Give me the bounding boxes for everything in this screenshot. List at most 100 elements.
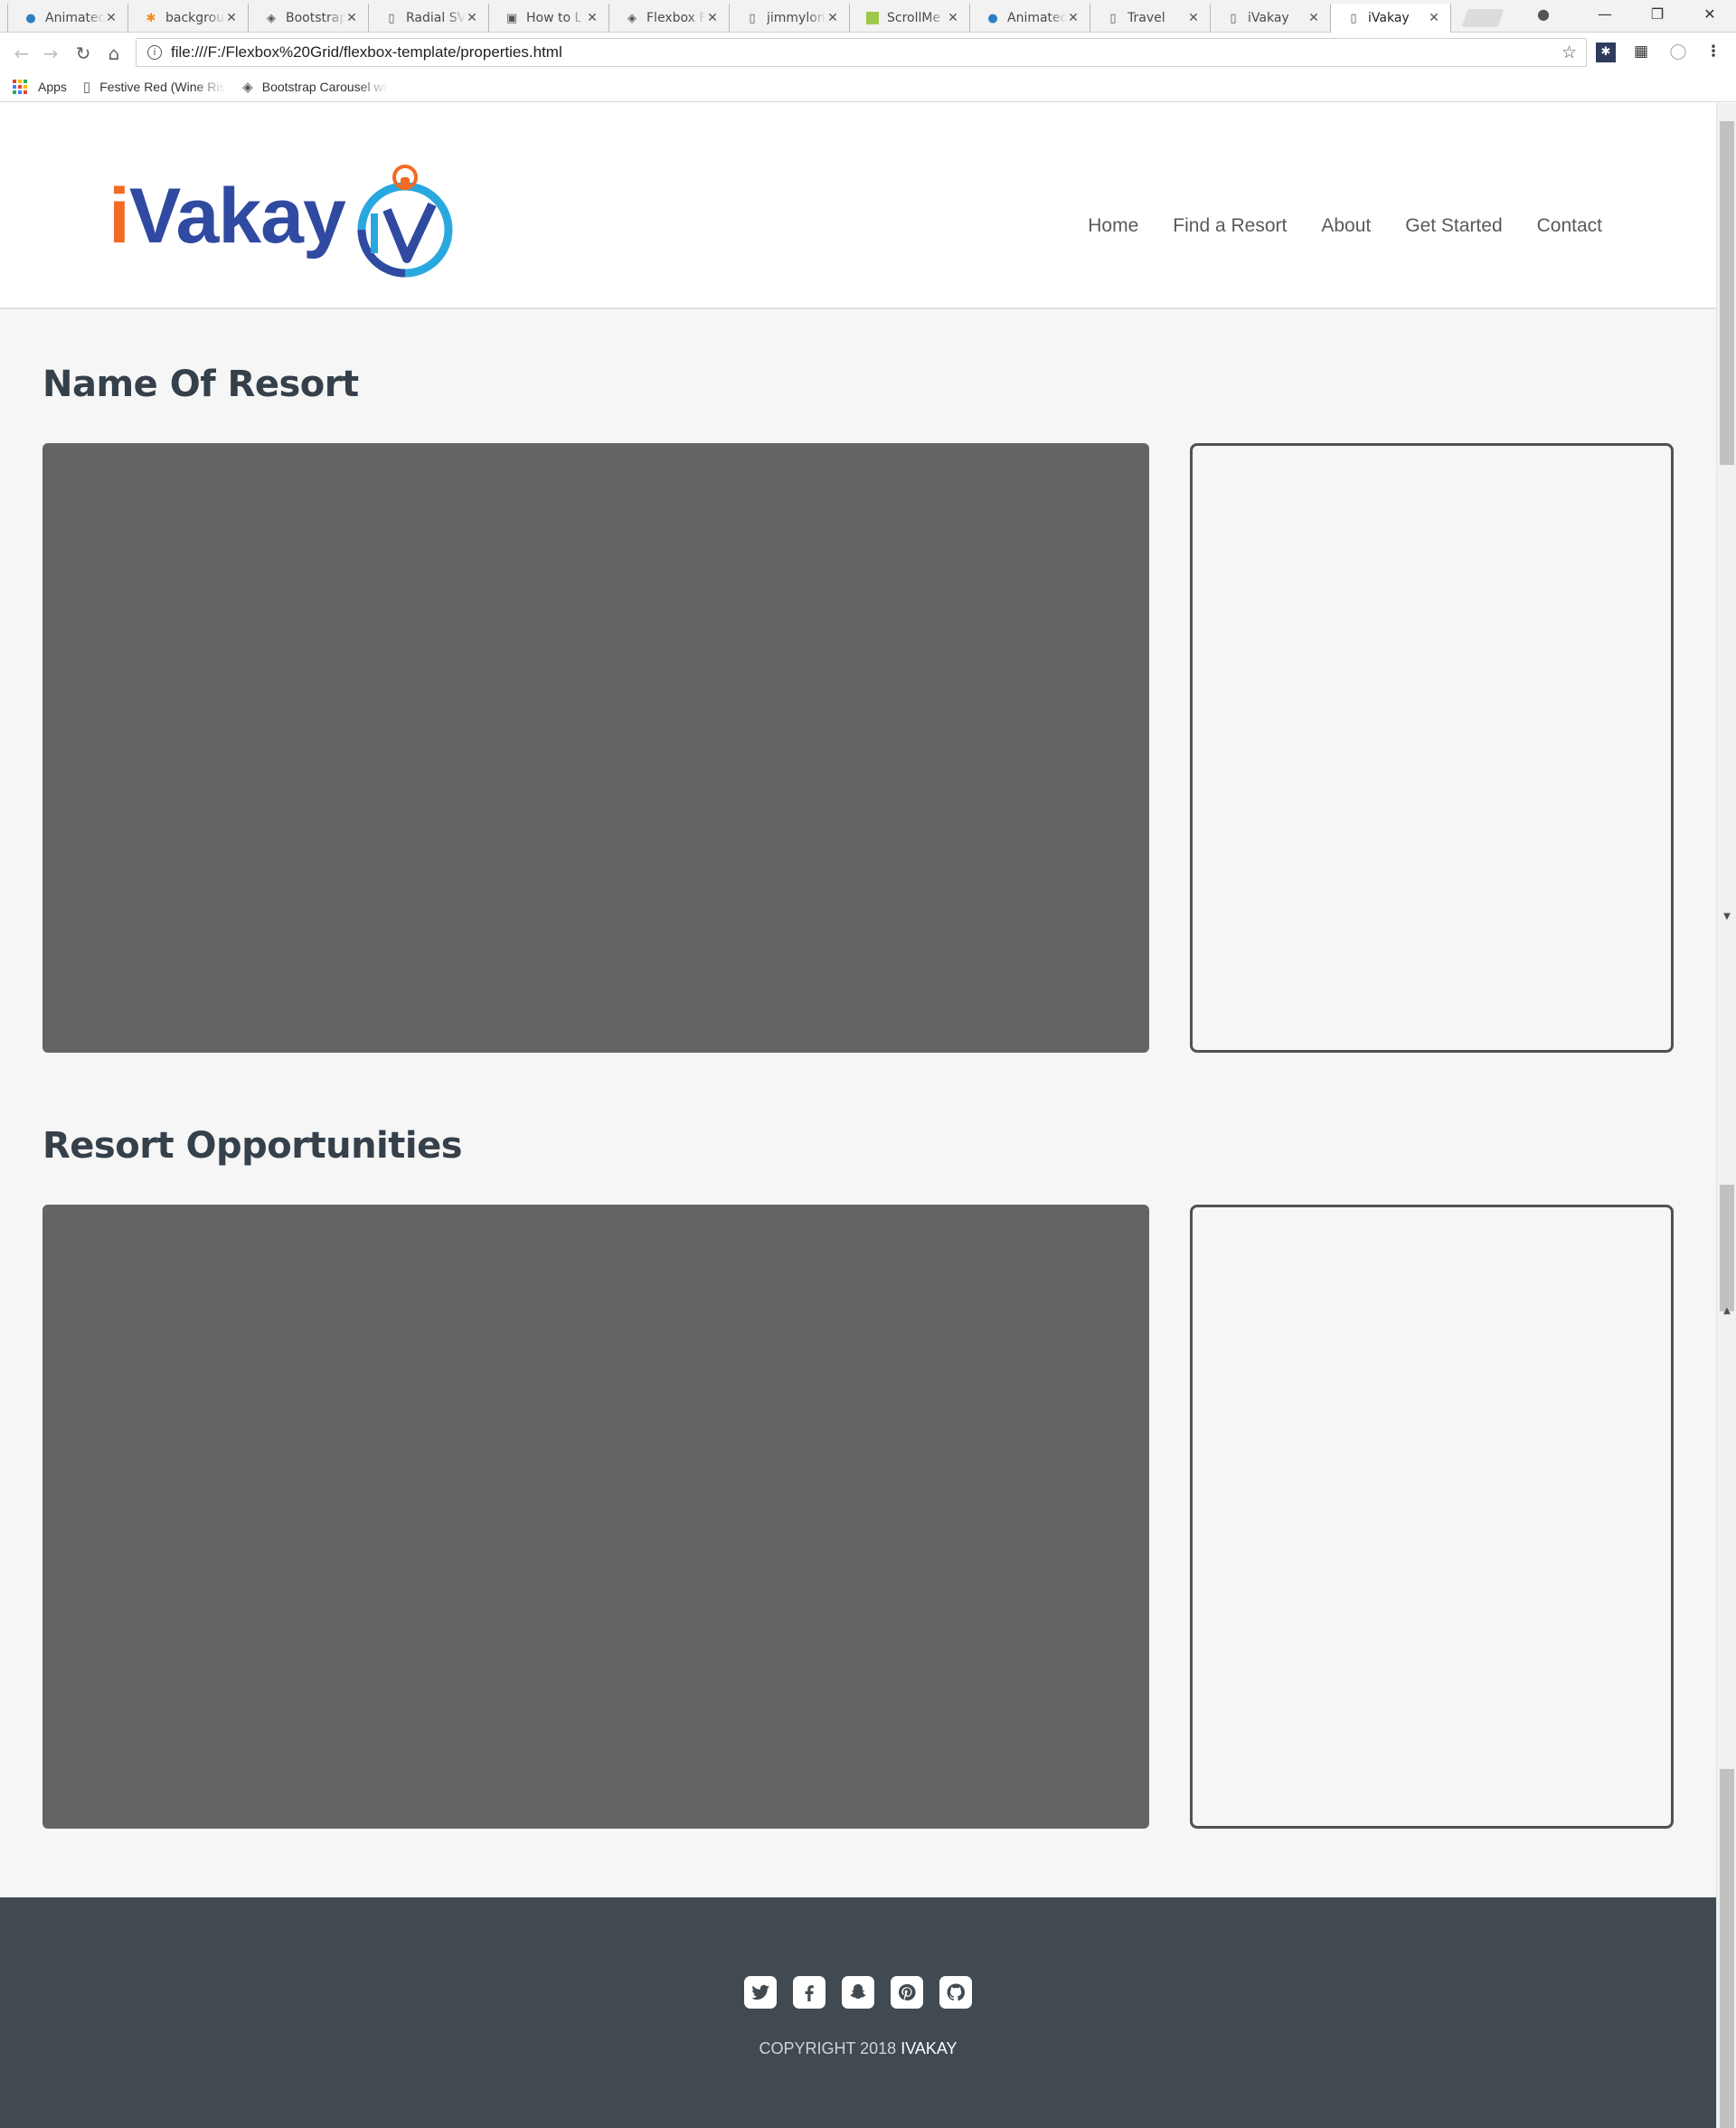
browser-toolbar: ← → ↻ ⌂ i file:///F:/Flexbox%20Grid/flex… bbox=[0, 33, 1736, 71]
tab-title: Animated bbox=[1007, 11, 1067, 25]
tab-title: jimmylon bbox=[767, 11, 826, 25]
close-icon[interactable]: ✕ bbox=[1067, 11, 1080, 25]
page-icon: ▯ bbox=[1230, 11, 1237, 25]
browser-tab-active[interactable]: ▯ iVakay ✕ bbox=[1330, 4, 1451, 33]
green-square-icon bbox=[865, 11, 880, 25]
github-icon[interactable] bbox=[939, 1976, 972, 2009]
section-title-resort-opportunities: Resort Opportunities bbox=[42, 1125, 463, 1167]
copyright-brand[interactable]: IVAKAY bbox=[901, 2039, 957, 2057]
main-nav: Home Find a Resort About Get Started Con… bbox=[1053, 215, 1602, 237]
bookmark-festive-red[interactable]: ▯ Festive Red (Wine Rising) bbox=[83, 79, 226, 95]
bookmark-bootstrap-carousel[interactable]: ◈ Bootstrap Carousel with bbox=[242, 79, 389, 95]
apps-grid-icon bbox=[13, 79, 27, 94]
scroll-down-arrow-icon[interactable]: ▼ bbox=[1717, 912, 1736, 922]
logo-badge-icon bbox=[357, 165, 453, 278]
twitter-icon[interactable] bbox=[744, 1976, 777, 2009]
codepen-icon: ◈ bbox=[267, 11, 276, 25]
browser-tab[interactable]: ◈ Flexbox F ✕ bbox=[609, 4, 730, 33]
page-viewport: iVakay Home Find a Resort About Get Star… bbox=[0, 103, 1716, 2128]
close-icon[interactable]: ✕ bbox=[466, 11, 478, 25]
close-icon[interactable]: ✕ bbox=[1428, 11, 1440, 25]
tab-list: ●Animated✕ ✱background✕ ◈Bootstrap✕ ▯Rad… bbox=[7, 4, 1451, 33]
close-icon[interactable]: ✕ bbox=[105, 11, 118, 25]
nav-about[interactable]: About bbox=[1321, 215, 1371, 237]
close-icon[interactable]: ✕ bbox=[345, 11, 358, 25]
page-icon: ▯ bbox=[82, 79, 91, 95]
close-icon[interactable]: ✕ bbox=[947, 11, 959, 25]
bookmark-apps[interactable]: Apps bbox=[13, 79, 67, 94]
tab-title: ScrollMe bbox=[887, 11, 941, 25]
bookmark-label: Apps bbox=[38, 79, 67, 94]
nav-find-a-resort[interactable]: Find a Resort bbox=[1173, 215, 1287, 237]
close-icon[interactable]: ✕ bbox=[1187, 11, 1200, 25]
browser-tab[interactable]: ScrollMe ✕ bbox=[849, 4, 970, 33]
info-icon[interactable]: i bbox=[147, 45, 162, 60]
forward-icon[interactable]: → bbox=[40, 43, 61, 64]
browser-tab[interactable]: ▯ jimmylon ✕ bbox=[729, 4, 850, 33]
browser-tab[interactable]: ◈ Bootstrap ✕ bbox=[248, 4, 369, 33]
browser-tab[interactable]: ▯ iVakay ✕ bbox=[1210, 4, 1331, 33]
scroll-up-arrow-icon[interactable]: ▲ bbox=[1717, 1306, 1736, 1316]
browser-tab[interactable]: ✱ background✕ bbox=[127, 4, 249, 33]
drop-icon: ● bbox=[987, 11, 998, 25]
film-extension-icon[interactable]: ▦ bbox=[1631, 43, 1651, 62]
nav-home[interactable]: Home bbox=[1088, 215, 1138, 237]
codepen-icon: ◈ bbox=[242, 79, 253, 95]
nav-contact[interactable]: Contact bbox=[1537, 215, 1602, 237]
url-text: file:///F:/Flexbox%20Grid/flexbox-templa… bbox=[171, 43, 562, 61]
page-icon: ▯ bbox=[1350, 11, 1357, 25]
address-bar[interactable]: i file:///F:/Flexbox%20Grid/flexbox-temp… bbox=[136, 38, 1587, 67]
social-links bbox=[0, 1976, 1716, 2009]
close-window-icon[interactable]: ✕ bbox=[1684, 0, 1736, 27]
close-icon[interactable]: ✕ bbox=[225, 11, 238, 25]
copyright-prefix: COPYRIGHT 2018 bbox=[759, 2039, 901, 2057]
restore-icon[interactable]: ❐ bbox=[1631, 0, 1684, 27]
window-controls: — ❐ ✕ bbox=[1579, 0, 1736, 33]
new-tab-button[interactable] bbox=[1461, 9, 1505, 27]
pinterest-icon[interactable] bbox=[891, 1976, 923, 2009]
opportunities-media-block bbox=[42, 1205, 1149, 1829]
asterisk-icon: ✱ bbox=[146, 11, 156, 25]
menu-icon[interactable]: ⋮ bbox=[1703, 43, 1723, 62]
tab-title: Radial SV bbox=[406, 11, 466, 25]
profile-icon[interactable]: ● bbox=[1537, 5, 1550, 23]
site-logo[interactable]: iVakay bbox=[108, 157, 461, 278]
browser-tab[interactable]: ● Animated ✕ bbox=[969, 4, 1090, 33]
copyright-text: COPYRIGHT 2018 IVAKAY bbox=[0, 2039, 1716, 2058]
browser-tab[interactable]: ▯ Travel ✕ bbox=[1090, 4, 1211, 33]
scrollbar-thumb[interactable] bbox=[1720, 121, 1734, 465]
close-icon[interactable]: ✕ bbox=[586, 11, 599, 25]
section-title-name-of-resort: Name Of Resort bbox=[42, 364, 359, 405]
nav-get-started[interactable]: Get Started bbox=[1405, 215, 1502, 237]
minimize-icon[interactable]: — bbox=[1579, 0, 1631, 27]
facebook-icon[interactable] bbox=[793, 1976, 826, 2009]
codepen-icon: ◈ bbox=[627, 11, 637, 25]
close-icon[interactable]: ✕ bbox=[706, 11, 719, 25]
page-icon: ▯ bbox=[749, 11, 756, 25]
browser-tab[interactable]: ▯ Radial SV ✕ bbox=[368, 4, 489, 33]
tab-title: iVakay bbox=[1368, 11, 1410, 25]
reload-icon[interactable]: ↻ bbox=[72, 43, 94, 64]
page-icon: ▯ bbox=[1109, 11, 1117, 25]
browser-tab[interactable]: ● Animated ✕ bbox=[7, 4, 128, 33]
scrollbar-thumb-lower[interactable] bbox=[1720, 1769, 1734, 2128]
close-icon[interactable]: ✕ bbox=[826, 11, 839, 25]
tab-title: Travel bbox=[1127, 11, 1165, 25]
tab-title: iVakay bbox=[1248, 11, 1289, 25]
extension-circle-icon[interactable]: ◯ bbox=[1668, 43, 1688, 62]
tab-title: Animated bbox=[45, 11, 105, 25]
tab-title: background bbox=[165, 11, 225, 25]
scrollbar-thumb-secondary[interactable] bbox=[1720, 1185, 1734, 1311]
back-icon[interactable]: ← bbox=[11, 43, 33, 64]
home-icon[interactable]: ⌂ bbox=[103, 43, 125, 64]
browser-tab-strip: ●Animated✕ ✱background✕ ◈Bootstrap✕ ▯Rad… bbox=[0, 0, 1736, 33]
tab-title: Bootstrap bbox=[286, 11, 345, 25]
close-icon[interactable]: ✕ bbox=[1307, 11, 1320, 25]
page-scrollbar[interactable]: ▼ ▲ bbox=[1716, 103, 1736, 2128]
extension-icon[interactable]: ✱ bbox=[1596, 43, 1616, 62]
snapchat-icon[interactable] bbox=[842, 1976, 874, 2009]
tab-title: Flexbox F bbox=[646, 11, 706, 25]
tab-title: How to L bbox=[526, 11, 582, 25]
browser-tab[interactable]: ▣ How to L ✕ bbox=[488, 4, 609, 33]
star-icon[interactable]: ☆ bbox=[1561, 43, 1577, 63]
